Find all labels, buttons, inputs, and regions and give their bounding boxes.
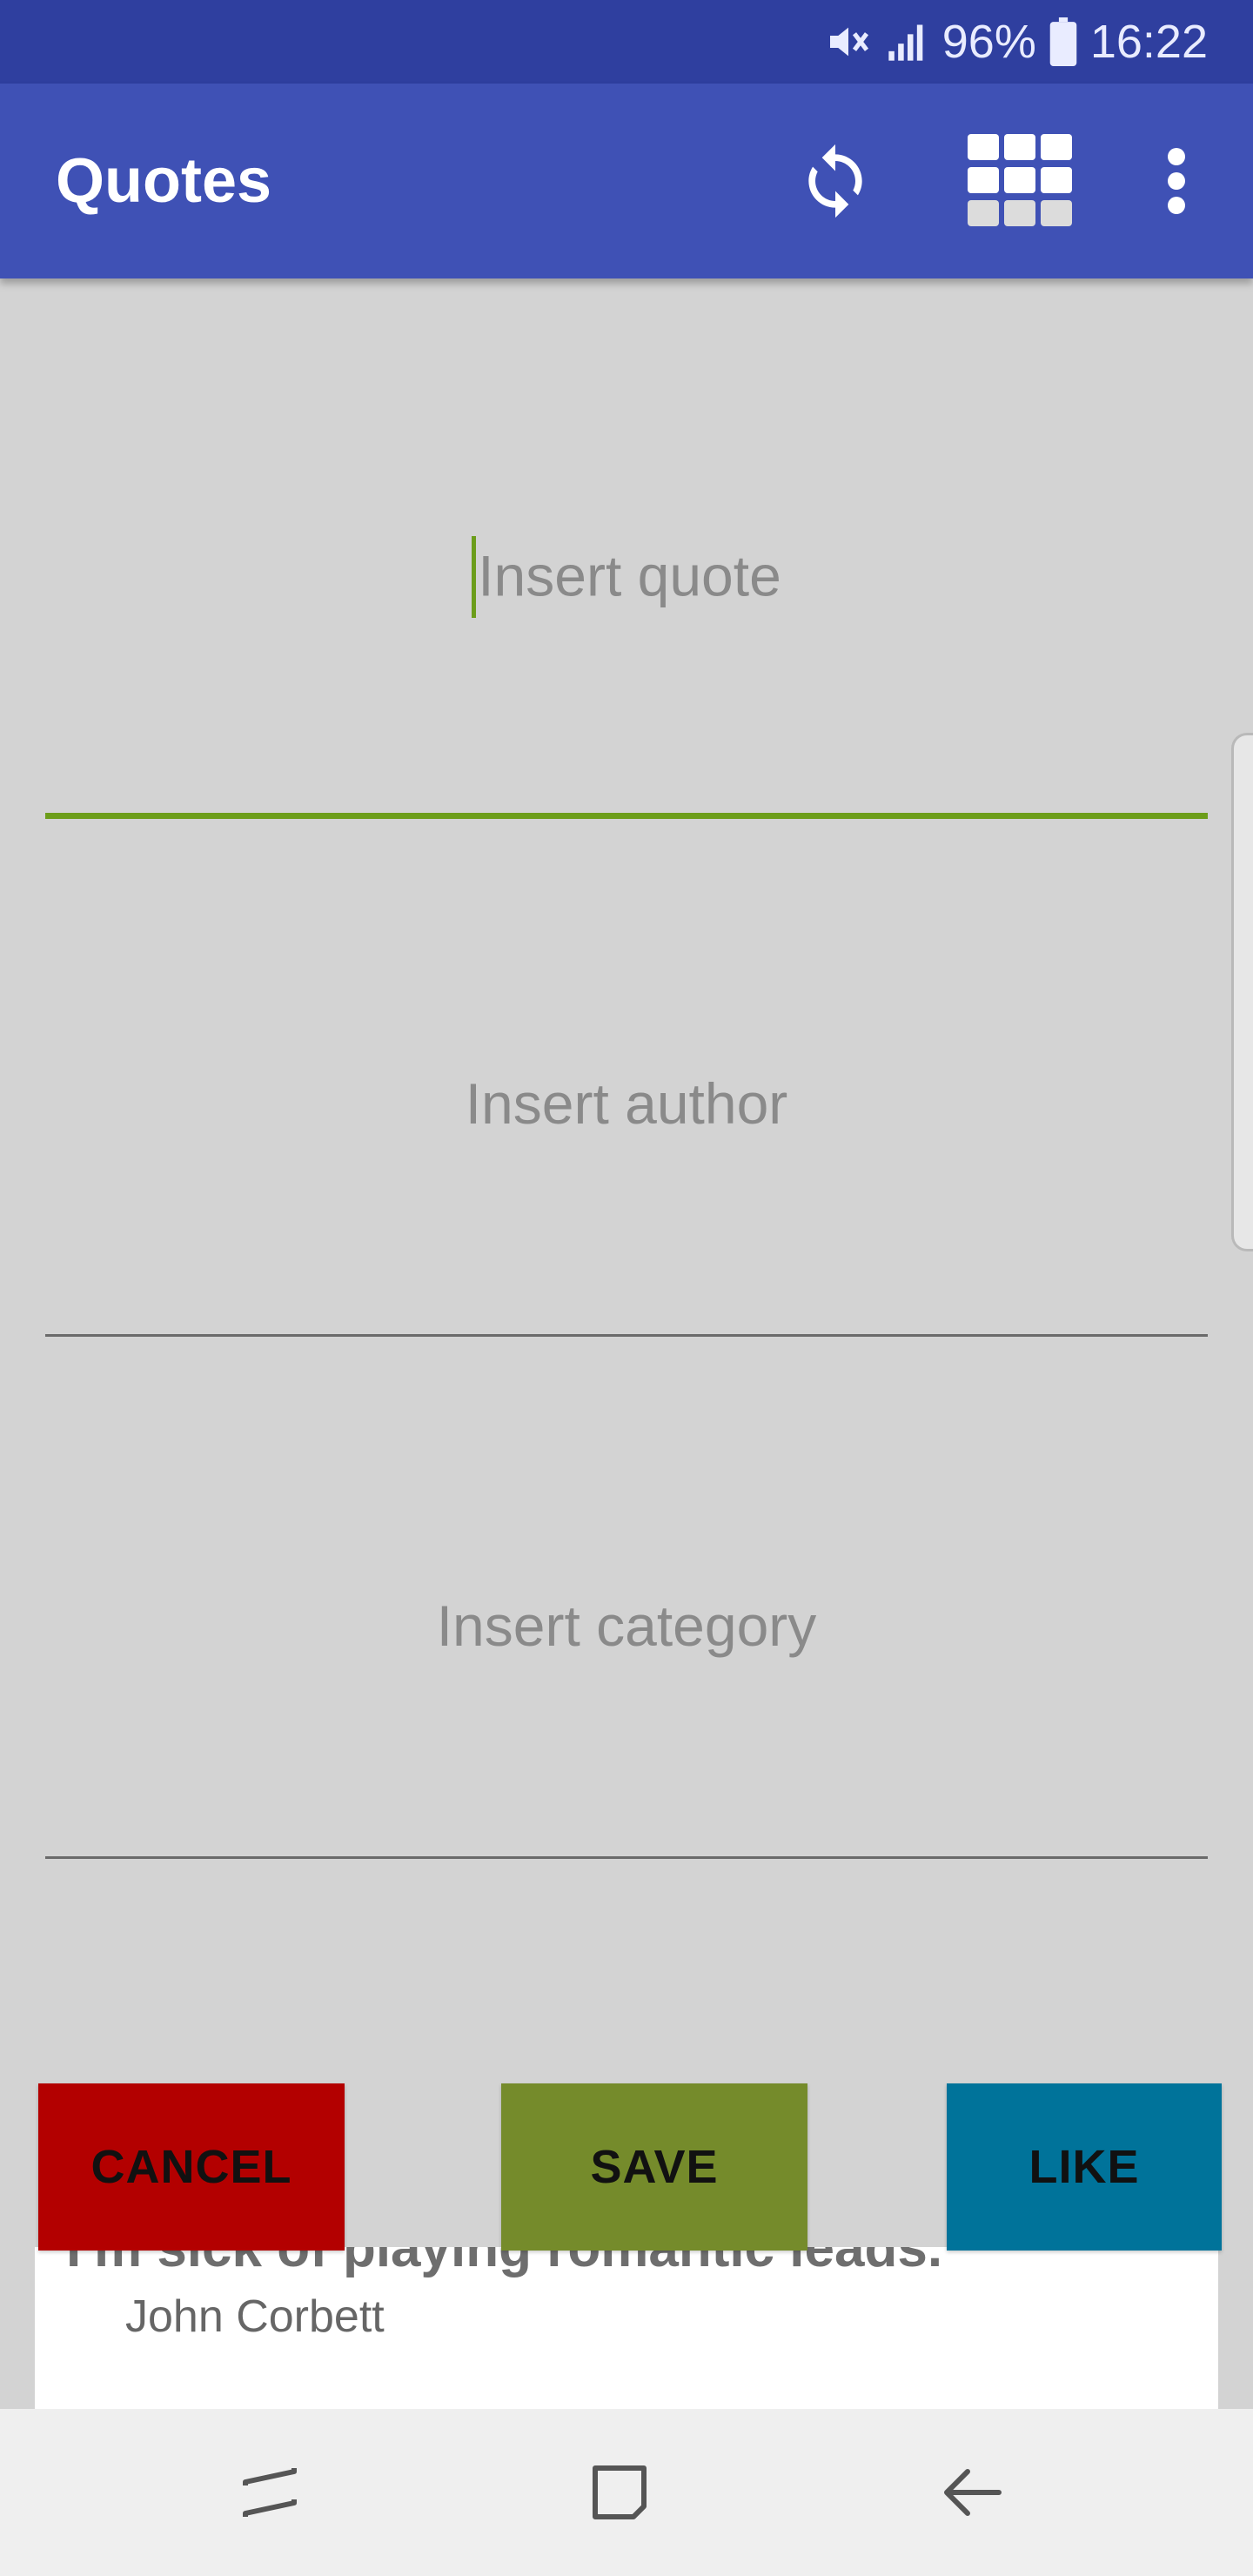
clock: 16:22: [1089, 16, 1208, 68]
battery-percent: 96%: [941, 16, 1036, 68]
grid-view-button[interactable]: [966, 132, 1074, 230]
signal-icon: [885, 19, 930, 64]
cancel-button[interactable]: CANCEL: [38, 2083, 345, 2251]
status-bar: 96% 16:22: [0, 0, 1253, 84]
mute-icon: [824, 17, 873, 66]
author-field[interactable]: Insert author: [45, 1010, 1208, 1340]
category-placeholder: Insert category: [436, 1593, 817, 1658]
more-vert-icon: [1168, 148, 1185, 214]
text-caret: [472, 536, 477, 618]
recent-apps-button[interactable]: [221, 2444, 318, 2541]
side-scroll-handle[interactable]: [1231, 733, 1253, 1251]
author-placeholder: Insert author: [465, 1071, 788, 1136]
navigation-bar: [0, 2409, 1253, 2576]
author-field-underline: [45, 1334, 1208, 1337]
quote-author: John Corbett: [125, 2291, 385, 2342]
quote-placeholder: Insert quote: [478, 543, 781, 608]
recent-apps-icon: [243, 2468, 297, 2517]
back-icon: [944, 2469, 1002, 2516]
save-button[interactable]: SAVE: [501, 2083, 807, 2251]
app-bar: Quotes: [0, 84, 1253, 278]
grid-icon: [968, 134, 1072, 226]
quote-field[interactable]: Insert quote: [45, 487, 1208, 822]
category-field-underline: [45, 1856, 1208, 1859]
app-title: Quotes: [56, 146, 272, 216]
quote-text: I'm sick of playing romantic leads.: [66, 2247, 943, 2278]
home-icon: [593, 2465, 647, 2519]
like-button[interactable]: LIKE: [947, 2083, 1222, 2251]
home-button[interactable]: [571, 2444, 668, 2541]
more-options-button[interactable]: [1128, 132, 1225, 230]
category-field[interactable]: Insert category: [45, 1532, 1208, 1862]
status-icons: 96% 16:22: [824, 0, 1208, 84]
battery-icon: [1049, 17, 1078, 66]
back-button[interactable]: [922, 2444, 1020, 2541]
refresh-icon: [808, 144, 862, 218]
quote-field-underline: [45, 813, 1208, 819]
quote-card[interactable]: I'm sick of playing romantic leads. John…: [35, 2247, 1218, 2409]
refresh-button[interactable]: [787, 132, 884, 230]
